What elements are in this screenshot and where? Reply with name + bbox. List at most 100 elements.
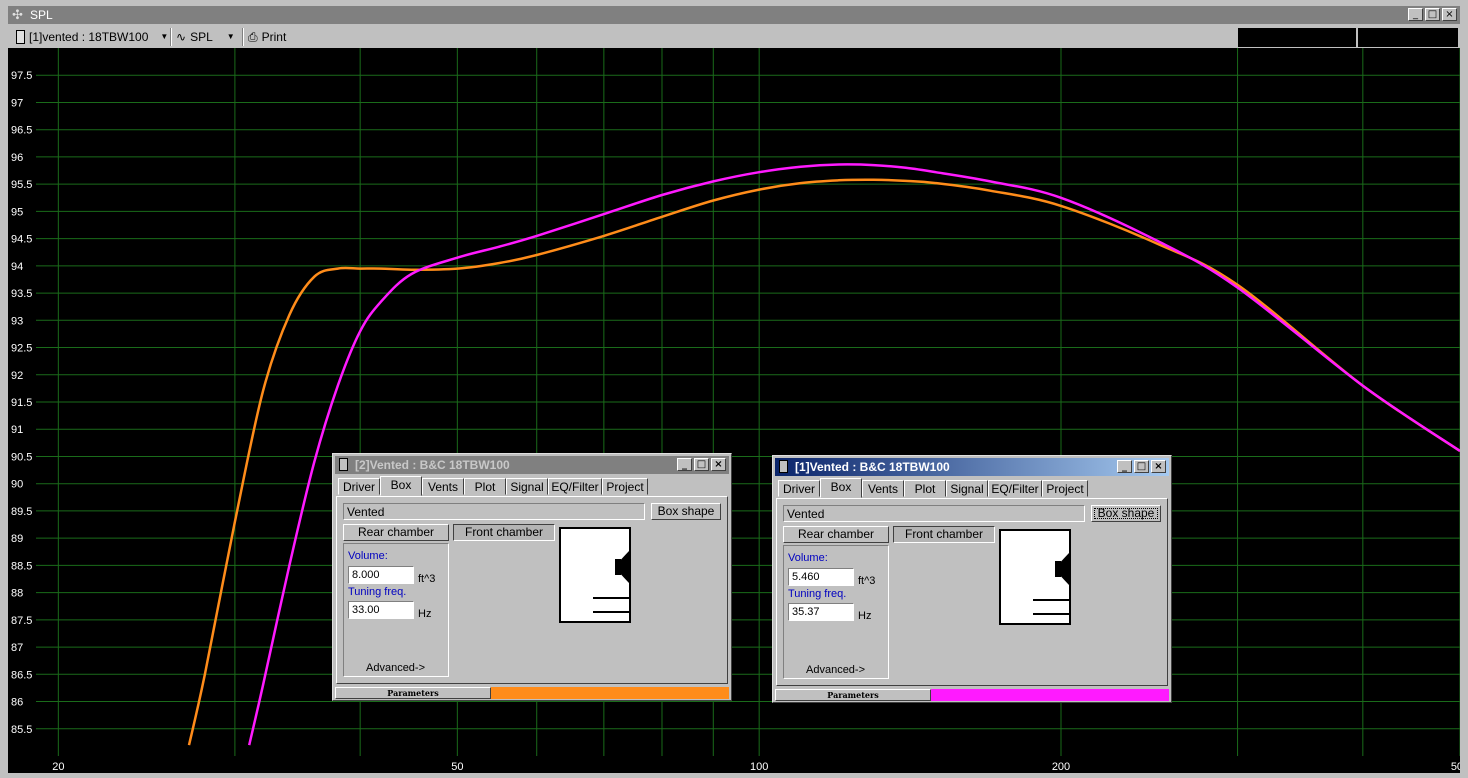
readout-box-1 (1238, 28, 1356, 47)
spl-plot[interactable]: 97.5 97 96.5 96 95.5 95 94.5 94 93.5 93 92.5 92 91.5… (8, 48, 1468, 773)
print-button[interactable]: ⎙ Print (248, 28, 286, 46)
status-bar: Parameters (335, 687, 729, 699)
minimize-button[interactable]: _ (677, 458, 692, 471)
box-dialog-2: [2]Vented : B&C 18TBW100 _ □ × Driver Bo… (332, 453, 732, 701)
rear-chamber-button[interactable]: Rear chamber (343, 524, 449, 541)
rear-chamber-group: Volume: 5.460 ft^3 Tuning freq. 35.37 Hz… (783, 545, 889, 679)
port-line (593, 597, 631, 599)
y-tick-label: 89.5 (11, 506, 32, 518)
y-tick-label: 96.5 (11, 125, 32, 137)
y-tick-label: 93.5 (11, 288, 32, 300)
rear-chamber-button[interactable]: Rear chamber (783, 526, 889, 543)
volume-input[interactable]: 8.000 (348, 566, 414, 584)
x-tick-label: 50 (451, 761, 463, 773)
box-type-field: Vented (783, 505, 1085, 522)
printer-icon: ⎙ (248, 30, 258, 44)
y-tick-label: 95 (11, 206, 23, 218)
y-tick-label: 93 (11, 315, 23, 327)
y-tick-label: 88 (11, 588, 23, 600)
spl-chart[interactable]: 97.5 97 96.5 96 95.5 95 94.5 94 93.5 93 92.5 92 91.5… (8, 48, 1468, 773)
y-tick-label: 94.5 (11, 234, 32, 246)
y-tick-label: 88.5 (11, 560, 32, 572)
tuning-freq-label: Tuning freq. (348, 586, 407, 598)
port-line (1033, 599, 1071, 601)
view-selector[interactable]: ∿ SPL ▼ (176, 28, 235, 46)
curve-color-swatch (491, 687, 729, 699)
y-tick-label: 92.5 (11, 343, 32, 355)
tab-box[interactable]: Box (380, 476, 422, 496)
close-button[interactable]: × (711, 458, 726, 471)
curve-color-swatch (931, 689, 1169, 701)
x-tick-label: 100 (750, 761, 768, 773)
maximize-button[interactable]: □ (694, 458, 709, 471)
minimize-button[interactable]: _ (1408, 8, 1423, 21)
tab-project[interactable]: Project (1042, 480, 1088, 497)
tab-eq-filter[interactable]: EQ/Filter (988, 480, 1042, 497)
box-tab-panel: Vented Box shape Rear chamber Front cham… (336, 496, 728, 684)
project-selector-label: [1]vented : 18TBW100 (29, 30, 149, 44)
volume-label: Volume: (348, 550, 388, 562)
tuning-freq-input[interactable]: 33.00 (348, 601, 414, 619)
toolbar-separator (170, 28, 172, 46)
close-button[interactable]: × (1442, 8, 1457, 21)
maximize-button[interactable]: □ (1425, 8, 1440, 21)
chevron-down-icon: ▼ (160, 32, 169, 41)
y-tick-label: 96 (11, 152, 23, 164)
status-bar: Parameters (775, 689, 1169, 701)
advanced-link[interactable]: Advanced-> (806, 664, 865, 676)
box-shape-button[interactable]: Box shape (651, 503, 721, 520)
volume-input[interactable]: 5.460 (788, 568, 854, 586)
tab-vents[interactable]: Vents (422, 478, 464, 495)
box-diagram (999, 529, 1071, 625)
box-shape-button[interactable]: Box shape (1091, 505, 1161, 522)
tab-signal[interactable]: Signal (946, 480, 988, 497)
dialog-title-bar[interactable]: [2]Vented : B&C 18TBW100 _ □ × (335, 456, 729, 474)
dialog-title-bar[interactable]: [1]Vented : B&C 18TBW100 _ □ × (775, 458, 1169, 476)
tab-project[interactable]: Project (602, 478, 648, 495)
print-label: Print (261, 30, 287, 44)
front-chamber-button[interactable]: Front chamber (453, 524, 555, 541)
tab-driver[interactable]: Driver (338, 478, 380, 495)
maximize-button[interactable]: □ (1134, 460, 1149, 473)
x-tick-label: 20 (52, 761, 64, 773)
advanced-link[interactable]: Advanced-> (366, 662, 425, 674)
tuning-freq-unit: Hz (858, 610, 872, 622)
speaker-icon (615, 547, 629, 587)
project-selector[interactable]: [1]vented : 18TBW100 ▼ (16, 28, 168, 46)
wave-icon: ∿ (176, 30, 187, 44)
y-tick-label: 95.5 (11, 179, 32, 191)
front-chamber-button[interactable]: Front chamber (893, 526, 995, 543)
tuning-freq-input[interactable]: 35.37 (788, 603, 854, 621)
dialog-title: [2]Vented : B&C 18TBW100 (355, 458, 510, 472)
x-tick-label: 200 (1052, 761, 1070, 773)
window-title-bar[interactable]: ✣ SPL _ □ × (8, 6, 1460, 24)
document-icon (779, 460, 788, 473)
tab-vents[interactable]: Vents (862, 480, 904, 497)
speaker-icon (1055, 549, 1069, 589)
y-tick-label: 85.5 (11, 724, 32, 736)
y-tick-label: 86.5 (11, 669, 32, 681)
y-tick-label: 91 (11, 424, 23, 436)
port-line (593, 611, 631, 613)
document-icon (339, 458, 348, 471)
y-tick-label: 86 (11, 697, 23, 709)
box-tab-panel: Vented Box shape Rear chamber Front cham… (776, 498, 1168, 686)
close-button[interactable]: × (1151, 460, 1166, 473)
tab-eq-filter[interactable]: EQ/Filter (548, 478, 602, 495)
readout-box-2 (1358, 28, 1458, 47)
minimize-button[interactable]: _ (1117, 460, 1132, 473)
y-tick-label: 90.5 (11, 451, 32, 463)
rear-chamber-group: Volume: 8.000 ft^3 Tuning freq. 33.00 Hz… (343, 543, 449, 677)
tuning-freq-unit: Hz (418, 608, 432, 620)
document-icon (16, 30, 25, 44)
parameters-label: Parameters (775, 689, 931, 701)
tab-plot[interactable]: Plot (904, 480, 946, 497)
tab-box[interactable]: Box (820, 478, 862, 498)
box-diagram (559, 527, 631, 623)
y-tick-label: 91.5 (11, 397, 32, 409)
tab-plot[interactable]: Plot (464, 478, 506, 495)
tab-signal[interactable]: Signal (506, 478, 548, 495)
tab-driver[interactable]: Driver (778, 480, 820, 497)
volume-label: Volume: (788, 552, 828, 564)
x-tick-label: 500 (1451, 761, 1460, 773)
